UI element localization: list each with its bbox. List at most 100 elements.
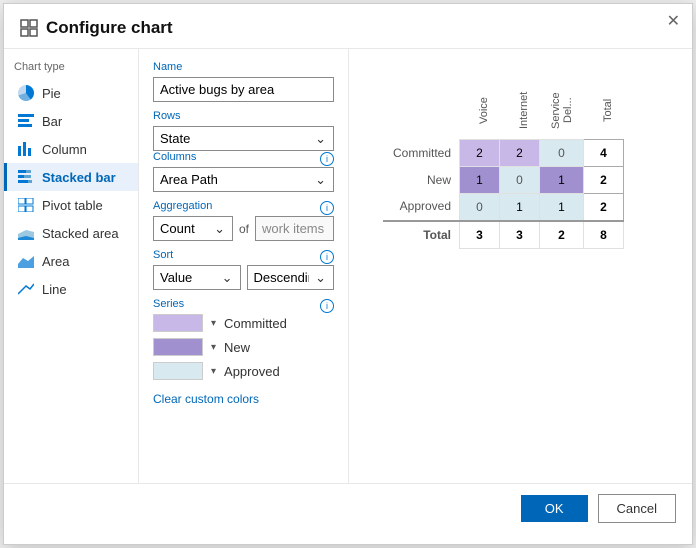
agg-select-wrap: Count — [153, 216, 233, 241]
sort-field-wrap: Value — [153, 265, 241, 290]
series-color-new[interactable] — [153, 338, 203, 356]
name-input[interactable] — [153, 77, 334, 102]
stacked-bar-icon — [17, 168, 35, 186]
columns-label: Columns — [153, 151, 196, 163]
series-chevron-new[interactable]: ▾ — [211, 342, 216, 353]
sort-dir-select[interactable]: Descending — [247, 265, 335, 290]
row-label-committed: Committed — [383, 139, 460, 166]
series-label: Series — [153, 298, 184, 310]
agg-row: Count of — [153, 216, 334, 241]
sidebar-item-pivot-table[interactable]: Pivot table — [4, 191, 138, 219]
sidebar-item-area[interactable]: Area — [4, 247, 138, 275]
dialog-footer: OK Cancel — [4, 483, 692, 533]
sort-label: Sort — [153, 249, 173, 261]
sidebar-item-column[interactable]: Column — [4, 135, 138, 163]
cell-total: 2 — [540, 221, 584, 249]
cell-total: 2 — [584, 193, 624, 221]
col-header-internet: Internet — [500, 79, 540, 139]
series-chevron-approved[interactable]: ▾ — [211, 366, 216, 377]
series-name-approved: Approved — [224, 364, 280, 379]
series-name-new: New — [224, 340, 250, 355]
rows-select[interactable]: State — [153, 126, 334, 151]
chart-type-sidebar: Chart type Pie Bar Column — [4, 49, 139, 483]
sort-info-icon[interactable]: i — [320, 250, 334, 264]
bar-icon — [17, 112, 35, 130]
area-icon — [17, 252, 35, 270]
name-label: Name — [153, 61, 334, 73]
cell-total: 2 — [584, 166, 624, 193]
agg-label: Aggregation — [153, 200, 212, 212]
sidebar-item-label: Area — [42, 254, 69, 269]
agg-select[interactable]: Count — [153, 216, 233, 241]
col-header-total: Total — [584, 79, 624, 139]
cell: 1 — [500, 193, 540, 221]
chart-type-label: Chart type — [4, 61, 138, 79]
series-info-icon[interactable]: i — [320, 299, 334, 313]
cell: 1 — [460, 166, 500, 193]
cell-total: 3 — [500, 221, 540, 249]
cell: 1 — [540, 166, 584, 193]
cancel-button[interactable]: Cancel — [598, 494, 676, 523]
ok-button[interactable]: OK — [521, 495, 588, 522]
col-header-voice: Voice — [460, 79, 500, 139]
table-row: New 1 0 1 2 — [383, 166, 624, 193]
sidebar-item-stacked-bar[interactable]: Stacked bar — [4, 163, 138, 191]
table-row-total: Total 3 3 2 8 — [383, 221, 624, 249]
series-color-committed[interactable] — [153, 314, 203, 332]
row-label-total: Total — [383, 221, 460, 249]
sort-row: Value Descending — [153, 265, 334, 290]
close-button[interactable]: ✕ — [667, 14, 680, 30]
columns-select[interactable]: Area Path — [153, 167, 334, 192]
title-bar: Configure chart ✕ — [4, 4, 692, 49]
cell: 0 — [500, 166, 540, 193]
cell: 2 — [500, 139, 540, 166]
agg-items-input — [255, 216, 334, 241]
cell-grand-total: 8 — [584, 221, 624, 249]
row-label-new: New — [383, 166, 460, 193]
sort-dir-wrap: Descending — [247, 265, 335, 290]
sidebar-item-label: Stacked area — [42, 226, 119, 241]
cell: 0 — [460, 193, 500, 221]
dialog-title: Configure chart — [46, 18, 173, 38]
series-name-committed: Committed — [224, 316, 287, 331]
sidebar-item-label: Line — [42, 282, 67, 297]
series-item-approved: ▾ Approved — [153, 362, 334, 380]
agg-info-icon[interactable]: i — [320, 201, 334, 215]
agg-label-row: Aggregation i — [153, 200, 334, 216]
cell: 1 — [540, 193, 584, 221]
pivot-icon — [17, 196, 35, 214]
configure-chart-dialog: Configure chart ✕ Chart type Pie Bar — [3, 3, 693, 545]
sidebar-item-label: Stacked bar — [42, 170, 116, 185]
columns-label-row: Columns i — [153, 151, 334, 167]
series-chevron-committed[interactable]: ▾ — [211, 318, 216, 329]
preview-panel: Voice Internet Service Del... Total Comm… — [349, 49, 692, 483]
columns-info-icon[interactable]: i — [320, 152, 334, 166]
dialog-body: Chart type Pie Bar Column — [4, 49, 692, 483]
config-panel: Name Rows State Columns i Area Path Aggr… — [139, 49, 349, 483]
table-row: Approved 0 1 1 2 — [383, 193, 624, 221]
sidebar-item-label: Bar — [42, 114, 62, 129]
sidebar-item-bar[interactable]: Bar — [4, 107, 138, 135]
series-item-committed: ▾ Committed — [153, 314, 334, 332]
sidebar-item-line[interactable]: Line — [4, 275, 138, 303]
col-header-service: Service Del... — [540, 79, 584, 139]
column-icon — [17, 140, 35, 158]
series-item-new: ▾ New — [153, 338, 334, 356]
rows-select-wrap: State — [153, 126, 334, 151]
sidebar-item-label: Pivot table — [42, 198, 103, 213]
columns-select-wrap: Area Path — [153, 167, 334, 192]
sidebar-item-label: Pie — [42, 86, 61, 101]
sidebar-item-stacked-area[interactable]: Stacked area — [4, 219, 138, 247]
sort-label-row: Sort i — [153, 249, 334, 265]
cell-total: 4 — [584, 139, 624, 166]
cell: 0 — [540, 139, 584, 166]
stacked-area-icon — [17, 224, 35, 242]
dialog-icon — [20, 19, 38, 37]
series-color-approved[interactable] — [153, 362, 203, 380]
clear-colors-link[interactable]: Clear custom colors — [153, 392, 259, 406]
sidebar-item-pie[interactable]: Pie — [4, 79, 138, 107]
row-label-approved: Approved — [383, 193, 460, 221]
series-label-row: Series i — [153, 298, 334, 314]
sort-field-select[interactable]: Value — [153, 265, 241, 290]
sidebar-item-label: Column — [42, 142, 87, 157]
